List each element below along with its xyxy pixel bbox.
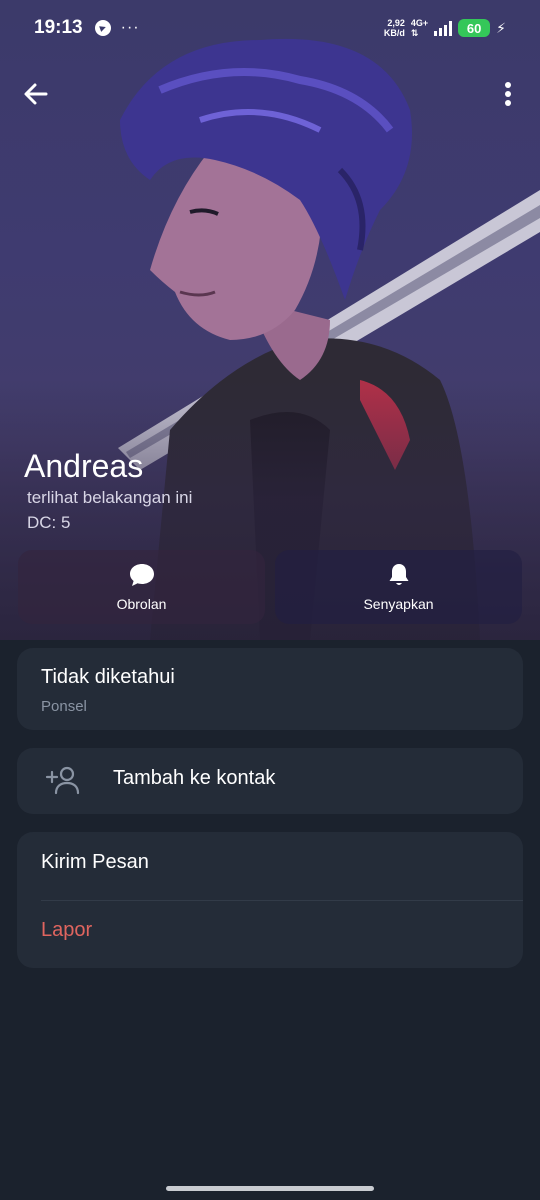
profile-name: Andreas xyxy=(24,448,144,484)
phone-info-card[interactable]: Tidak diketahui Ponsel xyxy=(17,648,523,730)
add-person-icon xyxy=(45,766,80,795)
status-bar: 19:13 ··· 2,92 KB/d 4G+ ⇅ 60 ⚡ xyxy=(0,0,540,56)
report-item[interactable]: Lapor xyxy=(17,900,523,968)
status-notification-icons: ··· xyxy=(94,19,140,37)
network-speed: 2,92 KB/d xyxy=(384,18,405,38)
network-speed-value: 2,92 xyxy=(387,18,405,28)
mute-button-label: Senyapkan xyxy=(363,596,434,612)
telegram-notification-icon xyxy=(94,20,111,36)
signal-icon xyxy=(434,20,453,36)
network-type-label: 4G+ xyxy=(410,18,429,28)
actions-card: Kirim Pesan Lapor xyxy=(17,832,523,968)
send-message-label: Kirim Pesan xyxy=(41,851,149,873)
charging-icon: ⚡ xyxy=(496,19,506,36)
battery-indicator: 60 xyxy=(458,19,491,37)
report-label: Lapor xyxy=(41,919,93,941)
profile-header xyxy=(0,0,540,640)
more-notifications-icon: ··· xyxy=(120,19,140,36)
back-button[interactable] xyxy=(14,72,58,116)
add-contact-button[interactable]: Tambah ke kontak xyxy=(17,748,523,814)
dc-label: DC: 5 xyxy=(27,513,71,532)
bell-icon xyxy=(389,564,408,585)
mute-button[interactable]: Senyapkan xyxy=(275,550,522,624)
phone-value: Tidak diketahui xyxy=(41,666,175,688)
chat-button[interactable]: Obrolan xyxy=(18,550,265,624)
chat-bubble-icon xyxy=(129,564,154,586)
chat-button-label: Obrolan xyxy=(116,596,167,612)
phone-label: Ponsel xyxy=(41,698,87,715)
status-right-group: 2,92 KB/d 4G+ ⇅ 60 ⚡ xyxy=(384,18,506,38)
arrow-left-icon xyxy=(24,83,48,105)
last-seen-status: terlihat belakangan ini xyxy=(27,488,193,507)
home-indicator[interactable] xyxy=(166,1186,374,1191)
status-time: 19:13 xyxy=(34,17,83,38)
network-speed-unit: KB/d xyxy=(383,28,405,38)
network-type: 4G+ ⇅ xyxy=(411,18,428,38)
data-arrows-icon: ⇅ xyxy=(410,28,419,38)
more-vertical-icon xyxy=(505,82,511,106)
add-contact-label: Tambah ke kontak xyxy=(113,767,276,789)
more-options-button[interactable] xyxy=(486,72,530,116)
send-message-item[interactable]: Kirim Pesan xyxy=(17,832,523,900)
